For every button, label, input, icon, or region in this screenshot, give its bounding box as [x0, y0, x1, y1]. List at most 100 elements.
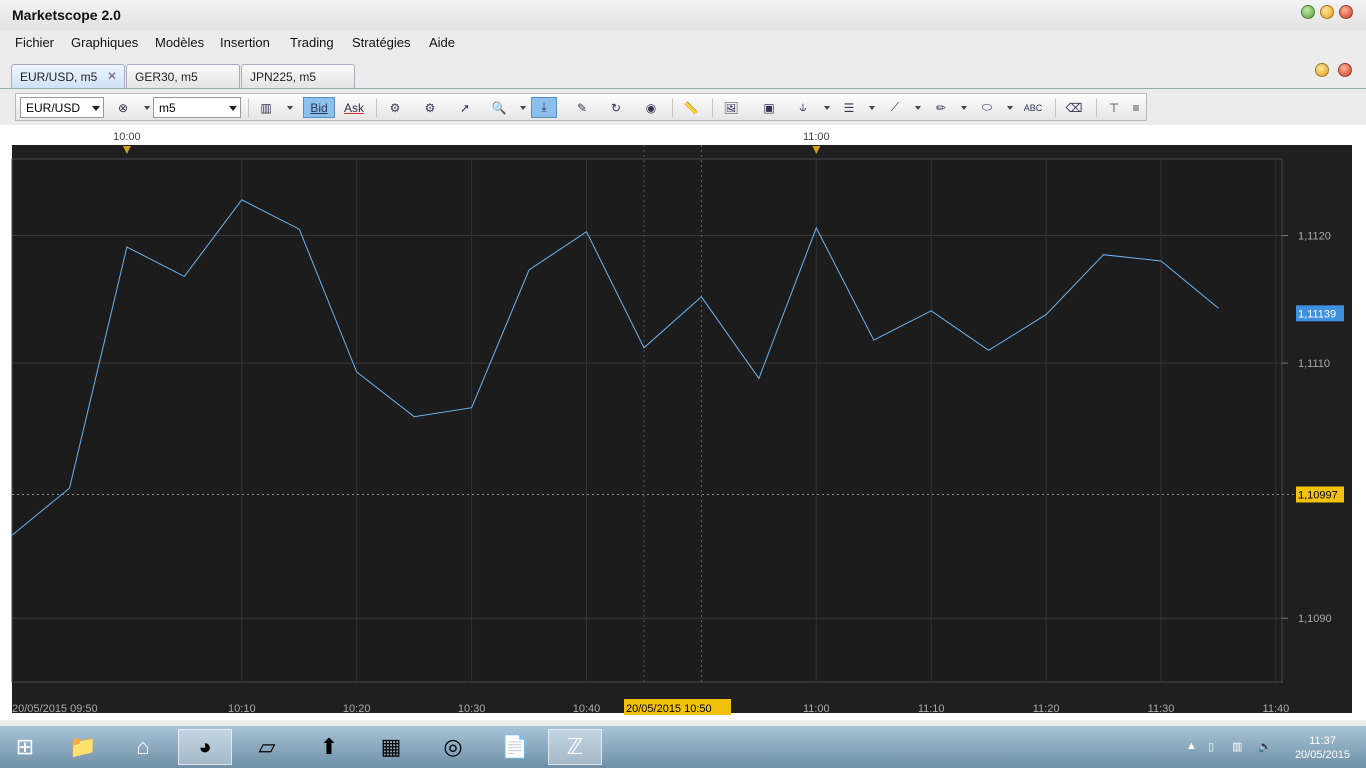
window-icon[interactable]: ▣ — [756, 97, 782, 118]
separator — [1055, 99, 1056, 117]
refresh-icon[interactable]: ↻ — [603, 97, 629, 118]
chevron-down-icon[interactable] — [915, 106, 921, 110]
separator — [1096, 99, 1097, 117]
notes-icon[interactable]: ▱ — [240, 729, 294, 765]
time-tick-label: 11:30 — [1148, 703, 1175, 715]
chart-toolbar: EUR/USD ⊗ m5 ▥ Bid Ask ⚙ ⚙ ➚ 🔍 ⤓ ✎ ↻ ◉ 📏… — [15, 93, 1147, 121]
last-price-badge: 1,11139 — [1296, 305, 1344, 322]
separator — [712, 99, 713, 117]
chevron-down-icon[interactable] — [961, 106, 967, 110]
marketscope-icon[interactable]: ℤ — [548, 729, 602, 765]
trading-station-icon[interactable]: ⬆ — [302, 729, 356, 765]
title-bar: Marketscope 2.0 — [0, 0, 1366, 30]
text-icon[interactable]: ABC — [1020, 97, 1046, 118]
pencil-icon[interactable]: ✏ — [928, 97, 954, 118]
chevron-down-icon[interactable] — [824, 106, 830, 110]
separator — [248, 99, 249, 117]
cursor-time-badge: 20/05/2015 10:50 — [624, 699, 731, 715]
hierarchy-icon[interactable]: ⊤ — [1101, 97, 1127, 118]
calculator-icon[interactable]: ▦ — [364, 729, 418, 765]
firefox-icon[interactable]: ◕ — [178, 729, 232, 765]
price-tick-label: 1,1090 — [1298, 613, 1332, 625]
sell-order-icon[interactable]: ⚙ — [417, 97, 443, 118]
eraser-icon[interactable]: ⌫ — [1061, 97, 1087, 118]
ellipse-icon[interactable]: ⬭ — [974, 97, 1000, 118]
app-window: Marketscope 2.0 Fichier Graphiques Modèl… — [0, 0, 1366, 726]
price-chart[interactable]: 1,1090 1,1110 1,1120 10:10 10:20 10:30 10:40 1… — [0, 125, 1366, 720]
price-tick-label: 1,1120 — [1298, 231, 1331, 243]
chart-svg[interactable]: 1,1090 1,1110 1,1120 10:10 10:20 10:30 10:40 1… — [0, 125, 1366, 720]
globe-icon[interactable]: ◉ — [638, 97, 664, 118]
separator — [672, 99, 673, 117]
instrument-select[interactable]: EUR/USD — [20, 97, 104, 118]
menu-strategies[interactable]: Stratégies — [352, 35, 411, 50]
system-clock[interactable]: 11:37 20/05/2015 — [1295, 734, 1350, 762]
time-tick-label: 11:20 — [1033, 703, 1060, 715]
last-price-label: 1,11139 — [1298, 308, 1336, 320]
price-tick-label: 1,1110 — [1298, 358, 1330, 370]
timeframe-select[interactable]: m5 — [153, 97, 241, 118]
taskbar: ⊞ 📁 ⌂ ◕ ▱ ⬆ ▦ ◎ 📄 ℤ ▲ ▯ ▥ 🔈 11:37 20/05/… — [0, 726, 1366, 768]
more-icon[interactable]: ≡ — [1128, 97, 1144, 118]
maximize-button[interactable] — [1320, 5, 1334, 19]
tab-ger30[interactable]: GER30, m5 — [126, 64, 240, 88]
top-time-tick-label: 11:00 — [803, 131, 830, 143]
menu-trading[interactable]: Trading — [290, 35, 334, 50]
menu-modeles[interactable]: Modèles — [155, 35, 204, 50]
indicator-icon[interactable]: ⫝ — [790, 97, 816, 118]
top-time-tick-label: 10:00 — [113, 131, 141, 143]
menu-insertion[interactable]: Insertion — [220, 35, 270, 50]
crosshair-price-label: 1,10997 — [1298, 489, 1338, 501]
scroll-to-end-icon[interactable]: ⤓ — [531, 97, 557, 118]
time-tick-label: 11:00 — [803, 703, 830, 715]
close-button[interactable] — [1339, 5, 1353, 19]
network-icon[interactable]: ▥ — [1232, 740, 1242, 753]
bid-button[interactable]: Bid — [303, 97, 335, 118]
tab-jpn225[interactable]: JPN225, m5 — [241, 64, 355, 88]
menu-fichier[interactable]: Fichier — [15, 35, 54, 50]
volume-icon[interactable]: 🔈 — [1258, 740, 1272, 753]
chevron-down-icon — [92, 106, 100, 111]
buy-order-icon[interactable]: ⚙ — [382, 97, 408, 118]
time-tick-label: 11:40 — [1263, 703, 1290, 715]
timeframe-value: m5 — [159, 101, 176, 115]
chart-tabs: EUR/USD, m5 ✕ GER30, m5 JPN225, m5 — [0, 60, 1366, 89]
zoom-icon[interactable]: 🔍 — [486, 97, 512, 118]
file-explorer-icon[interactable]: 📁 — [56, 729, 110, 765]
menu-bar: Fichier Graphiques Modèles Insertion Tra… — [0, 32, 1366, 54]
cursor-icon[interactable]: ➚ — [452, 97, 478, 118]
app-title: Marketscope 2.0 — [12, 7, 121, 23]
chart-close-button[interactable] — [1338, 63, 1352, 77]
edit-chart-icon[interactable]: ✎ — [569, 97, 595, 118]
menu-aide[interactable]: Aide — [429, 35, 455, 50]
tray-expand-icon[interactable]: ▲ — [1186, 740, 1197, 752]
documents-icon[interactable]: 📄 — [488, 729, 542, 765]
ask-button[interactable]: Ask — [338, 97, 370, 118]
start-icon[interactable]: ⊞ — [0, 729, 50, 765]
tab-close-icon[interactable]: ✕ — [107, 69, 117, 83]
ruler-icon[interactable]: 📏 — [678, 97, 704, 118]
chart-minimize-button[interactable] — [1315, 63, 1329, 77]
chevron-down-icon[interactable] — [144, 106, 150, 110]
chart-type-icon[interactable]: ▥ — [253, 97, 279, 118]
home-icon[interactable]: ⌂ — [116, 729, 170, 765]
chevron-down-icon[interactable] — [287, 106, 293, 110]
chrome-icon[interactable]: ◎ — [426, 729, 480, 765]
minimize-button[interactable] — [1301, 5, 1315, 19]
plot-area — [11, 158, 1283, 683]
start-date-label: 20/05/2015 09:50 — [12, 703, 98, 715]
device-icon[interactable]: ▯ — [1208, 740, 1214, 753]
chevron-down-icon[interactable] — [1007, 106, 1013, 110]
chevron-down-icon[interactable] — [869, 106, 875, 110]
image-icon[interactable]: 🖼 — [718, 97, 744, 118]
time-tick-label: 10:30 — [458, 703, 486, 715]
link-icon[interactable]: ⊗ — [110, 97, 136, 118]
tab-label: JPN225, m5 — [250, 70, 317, 84]
clock-date: 20/05/2015 — [1294, 749, 1350, 761]
chevron-down-icon[interactable] — [520, 106, 526, 110]
lines-icon[interactable]: ☰ — [836, 97, 862, 118]
tab-eurusd[interactable]: EUR/USD, m5 ✕ — [11, 64, 125, 88]
fan-icon[interactable]: ⟋ — [882, 97, 908, 118]
clock-time: 11:37 — [1309, 735, 1336, 747]
menu-graphiques[interactable]: Graphiques — [71, 35, 138, 50]
